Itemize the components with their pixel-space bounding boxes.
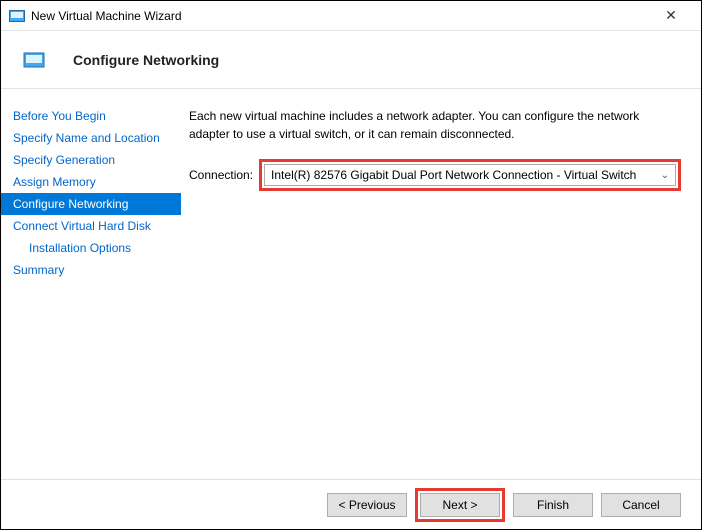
wizard-window: New Virtual Machine Wizard ✕ Configure N… bbox=[0, 0, 702, 530]
close-button[interactable]: ✕ bbox=[651, 7, 691, 24]
wizard-body: Before You Begin Specify Name and Locati… bbox=[1, 89, 701, 479]
finish-button[interactable]: Finish bbox=[513, 493, 593, 517]
next-button[interactable]: Next > bbox=[420, 493, 500, 517]
sidebar-item-connect-vhd[interactable]: Connect Virtual Hard Disk bbox=[1, 215, 181, 237]
sidebar: Before You Begin Specify Name and Locati… bbox=[1, 89, 181, 479]
description-text: Each new virtual machine includes a netw… bbox=[189, 107, 681, 143]
page-title: Configure Networking bbox=[73, 52, 219, 68]
window-title: New Virtual Machine Wizard bbox=[31, 9, 651, 23]
wizard-header: Configure Networking bbox=[1, 31, 701, 89]
next-highlight: Next > bbox=[415, 488, 505, 522]
content-area: Each new virtual machine includes a netw… bbox=[181, 89, 701, 479]
sidebar-item-assign-memory[interactable]: Assign Memory bbox=[1, 171, 181, 193]
header-icon bbox=[23, 51, 45, 69]
connection-value: Intel(R) 82576 Gigabit Dual Port Network… bbox=[271, 168, 661, 182]
chevron-down-icon: ⌄ bbox=[661, 170, 669, 181]
connection-dropdown[interactable]: Intel(R) 82576 Gigabit Dual Port Network… bbox=[264, 164, 676, 186]
connection-highlight: Intel(R) 82576 Gigabit Dual Port Network… bbox=[259, 159, 681, 191]
connection-label: Connection: bbox=[189, 168, 253, 182]
sidebar-item-specify-name-location[interactable]: Specify Name and Location bbox=[1, 127, 181, 149]
titlebar: New Virtual Machine Wizard ✕ bbox=[1, 1, 701, 31]
app-icon bbox=[9, 10, 25, 22]
sidebar-item-specify-generation[interactable]: Specify Generation bbox=[1, 149, 181, 171]
wizard-footer: < Previous Next > Finish Cancel bbox=[1, 479, 701, 529]
cancel-button[interactable]: Cancel bbox=[601, 493, 681, 517]
sidebar-item-before-you-begin[interactable]: Before You Begin bbox=[1, 105, 181, 127]
connection-row: Connection: Intel(R) 82576 Gigabit Dual … bbox=[189, 159, 681, 191]
sidebar-item-installation-options[interactable]: Installation Options bbox=[1, 237, 181, 259]
sidebar-item-summary[interactable]: Summary bbox=[1, 259, 181, 281]
previous-button[interactable]: < Previous bbox=[327, 493, 407, 517]
sidebar-item-configure-networking[interactable]: Configure Networking bbox=[1, 193, 181, 215]
